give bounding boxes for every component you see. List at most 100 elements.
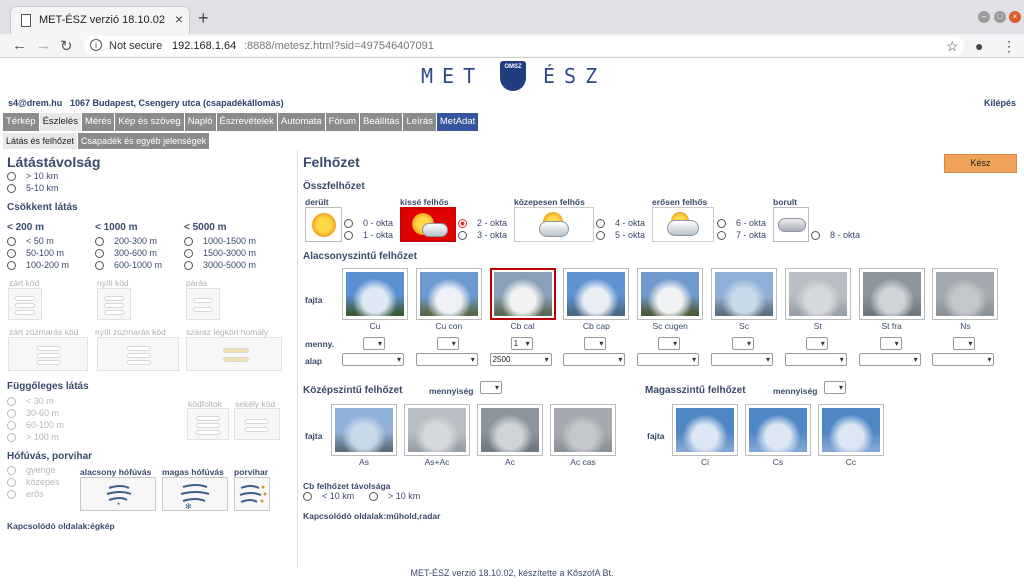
reduced-option[interactable]: 600-1000 m xyxy=(95,260,162,271)
low-base-select[interactable] xyxy=(342,353,404,366)
mostly-cloudy-icon[interactable] xyxy=(652,207,714,242)
bookmark-star-icon[interactable]: ☆ xyxy=(946,38,959,55)
menu-automata[interactable]: Automata xyxy=(277,113,325,131)
shallow-fog-icon[interactable] xyxy=(234,408,280,440)
forward-icon[interactable]: → xyxy=(36,37,51,54)
low-cloud-cb-cal[interactable] xyxy=(489,268,556,320)
high-drifting-snow-icon[interactable]: ✻ xyxy=(162,477,228,511)
duststorm-icon[interactable] xyxy=(234,477,270,511)
mid-cloud-ac[interactable] xyxy=(477,404,543,456)
menu-beallitas[interactable]: Beállítás xyxy=(360,113,403,131)
overcast-icon[interactable] xyxy=(773,207,809,242)
vis-option[interactable]: 5-10 km xyxy=(7,183,59,194)
done-button[interactable]: Kész xyxy=(944,154,1017,173)
reduced-option[interactable]: < 50 m xyxy=(7,236,54,247)
low-cloud-sc-cugen[interactable] xyxy=(637,268,704,320)
submenu-latas[interactable]: Látás és felhőzet xyxy=(3,133,78,149)
low-cloud-cu-con[interactable] xyxy=(415,268,482,320)
low-cloud-st[interactable] xyxy=(784,268,851,320)
cb-distance-option[interactable]: > 10 km xyxy=(369,491,420,502)
vis-option[interactable]: > 10 km xyxy=(7,171,58,182)
reduced-option[interactable]: 300-600 m xyxy=(95,248,157,259)
medium-cloudy-icon[interactable] xyxy=(514,207,594,242)
low-cloud-cu[interactable] xyxy=(342,268,408,320)
menu-kep-es-szoveg[interactable]: Kép és szöveg xyxy=(115,113,184,131)
menu-metadat[interactable]: MetAdat xyxy=(436,113,479,131)
low-base-select[interactable] xyxy=(563,353,626,366)
vertical-option[interactable]: < 30 m xyxy=(7,396,54,407)
maximize-icon[interactable]: □ xyxy=(994,11,1006,23)
okta-option[interactable]: 8 - okta xyxy=(811,230,860,241)
low-amount-select[interactable] xyxy=(953,337,976,350)
minimize-icon[interactable]: – xyxy=(978,11,990,23)
low-base-select[interactable]: 2500 xyxy=(489,353,552,366)
okta-option[interactable]: 2 - okta xyxy=(458,218,507,229)
menu-terkep[interactable]: Térkép xyxy=(3,113,39,131)
snow-option[interactable]: közepes xyxy=(7,477,60,488)
reduced-option[interactable]: 1000-1500 m xyxy=(184,236,256,247)
menu-leiras[interactable]: Leírás xyxy=(403,113,436,131)
logout-link[interactable]: Kilépés xyxy=(984,98,1016,108)
vertical-option[interactable]: 30-60 m xyxy=(7,408,59,419)
fog-patches-icon[interactable] xyxy=(187,408,229,440)
okta-option[interactable]: 3 - okta xyxy=(458,230,507,241)
low-cloud-cb-cap[interactable] xyxy=(563,268,630,320)
reduced-option[interactable]: 3000-5000 m xyxy=(184,260,256,271)
closed-rime-fog-icon[interactable] xyxy=(8,337,88,371)
low-base-select[interactable] xyxy=(858,353,921,366)
menu-forum[interactable]: Fórum xyxy=(325,113,360,131)
low-base-select[interactable] xyxy=(711,353,773,366)
menu-naplo[interactable]: Napló xyxy=(184,113,216,131)
dry-haze-icon[interactable] xyxy=(186,337,282,371)
low-amount-select[interactable] xyxy=(363,337,385,350)
mid-amount-select[interactable] xyxy=(480,381,502,394)
closed-fog-icon[interactable] xyxy=(8,288,42,320)
back-icon[interactable]: ← xyxy=(12,37,27,54)
submenu-csapadek[interactable]: Csapadék és egyéb jelenségek xyxy=(78,133,210,149)
vertical-option[interactable]: > 100 m xyxy=(7,432,59,443)
radio[interactable] xyxy=(7,184,16,194)
reload-icon[interactable]: ↻ xyxy=(60,37,73,55)
browser-tab[interactable]: MET-ÉSZ verzió 18.10.02 × xyxy=(10,6,190,34)
url-field[interactable]: i Not secure 192.168.1.64 :8888/metesz.h… xyxy=(84,36,964,56)
info-icon[interactable]: i xyxy=(90,39,102,51)
low-amount-select[interactable] xyxy=(879,337,902,350)
menu-kebab-icon[interactable]: ⋮ xyxy=(1002,38,1016,55)
low-amount-select[interactable] xyxy=(436,337,459,350)
low-drifting-snow-icon[interactable]: * xyxy=(80,477,156,511)
mid-cloud-as-ac[interactable] xyxy=(404,404,470,456)
okta-option[interactable]: 0 - okta xyxy=(344,218,393,229)
okta-option[interactable]: 5 - okta xyxy=(596,230,645,241)
mid-cloud-as[interactable] xyxy=(331,404,397,456)
mid-cloud-ac-cas[interactable] xyxy=(550,404,616,456)
low-amount-select[interactable] xyxy=(805,337,828,350)
high-amount-select[interactable] xyxy=(824,381,846,394)
clear-sky-icon[interactable] xyxy=(305,207,342,242)
okta-option[interactable]: 4 - okta xyxy=(596,218,645,229)
related-pages-left[interactable]: Kapcsolódó oldalak:égkép xyxy=(7,521,115,531)
open-fog-icon[interactable] xyxy=(97,288,131,320)
account-icon[interactable]: ● xyxy=(975,38,983,54)
low-base-select[interactable] xyxy=(637,353,700,366)
mist-icon[interactable] xyxy=(186,288,220,320)
high-cloud-ci[interactable] xyxy=(672,404,738,456)
radio[interactable] xyxy=(7,172,16,182)
open-rime-fog-icon[interactable] xyxy=(97,337,179,371)
reduced-option[interactable]: 50-100 m xyxy=(7,248,64,259)
high-cloud-cc[interactable] xyxy=(818,404,884,456)
okta-option[interactable]: 7 - okta xyxy=(717,230,766,241)
reduced-option[interactable]: 200-300 m xyxy=(95,236,157,247)
snow-option[interactable]: erős xyxy=(7,489,44,500)
partly-cloudy-icon[interactable] xyxy=(400,207,456,242)
menu-eszrevetelek[interactable]: Észrevételek xyxy=(216,113,277,131)
vertical-option[interactable]: 60-100 m xyxy=(7,420,64,431)
low-cloud-st-fra[interactable] xyxy=(858,268,925,320)
cb-distance-option[interactable]: < 10 km xyxy=(303,491,354,502)
low-amount-select[interactable] xyxy=(584,337,607,350)
related-pages-right[interactable]: Kapcsolódó oldalak:műhold,radar xyxy=(303,511,440,521)
low-amount-select[interactable] xyxy=(732,337,754,350)
low-amount-select[interactable]: 1 xyxy=(510,337,533,350)
okta-option[interactable]: 1 - okta xyxy=(344,230,393,241)
close-tab-icon[interactable]: × xyxy=(175,11,183,27)
low-cloud-ns[interactable] xyxy=(932,268,999,320)
